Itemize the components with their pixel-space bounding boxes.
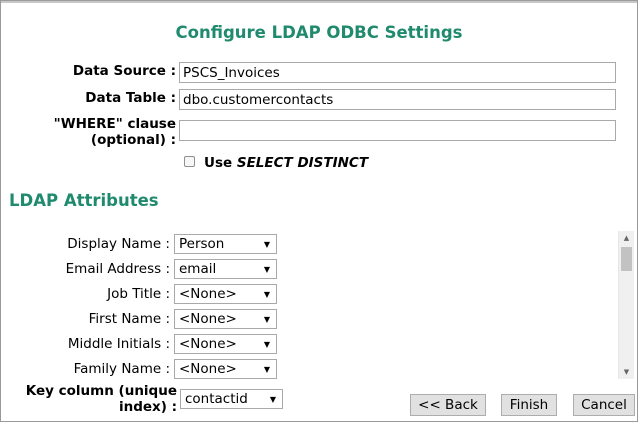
attr-label-email-address: Email Address :: [65, 261, 170, 277]
chevron-down-icon: ▼: [263, 290, 270, 299]
select-distinct-checkbox[interactable]: [184, 156, 195, 167]
select-distinct-label-emphasis: SELECT DISTINCT: [236, 155, 369, 171]
attr-label-family-name: Family Name :: [73, 361, 170, 377]
scrollbar-thumb[interactable]: [621, 247, 632, 271]
key-column-select[interactable]: contactid ▼: [180, 389, 283, 409]
back-button[interactable]: << Back: [410, 394, 486, 416]
chevron-down-icon: ▼: [263, 365, 270, 374]
key-column-label-line2: index) :: [118, 399, 177, 415]
where-clause-label-line2: (optional) :: [90, 132, 176, 148]
family-name-select[interactable]: <None> ▼: [174, 359, 277, 379]
chevron-down-icon: ▼: [263, 265, 270, 274]
attr-label-job-title: Job Title :: [107, 286, 170, 302]
cancel-button[interactable]: Cancel: [573, 394, 635, 416]
middle-initials-select[interactable]: <None> ▼: [174, 334, 277, 354]
chevron-down-icon: ▼: [263, 315, 270, 324]
job-title-select-value: <None>: [179, 286, 237, 302]
where-clause-label: "WHERE" clause (optional) :: [54, 116, 176, 148]
ldap-odbc-dialog: Configure LDAP ODBC Settings Data Source…: [0, 0, 638, 422]
scroll-down-icon[interactable]: ▼: [619, 365, 634, 379]
data-table-label: Data Table :: [85, 90, 176, 106]
chevron-down-icon: ▼: [263, 340, 270, 349]
key-column-select-value: contactid: [185, 391, 248, 407]
middle-initials-select-value: <None>: [179, 336, 237, 352]
attr-label-display-name: Display Name :: [67, 236, 170, 252]
attributes-scrollbar[interactable]: ▲ ▼: [618, 231, 634, 379]
key-column-label-line1: Key column (unique: [25, 383, 177, 399]
ldap-attributes-heading: LDAP Attributes: [9, 191, 159, 210]
attr-label-first-name: First Name :: [88, 311, 170, 327]
where-clause-input[interactable]: [179, 120, 616, 141]
first-name-select-value: <None>: [179, 311, 237, 327]
dialog-title: Configure LDAP ODBC Settings: [175, 23, 463, 42]
data-source-label: Data Source :: [72, 63, 176, 79]
job-title-select[interactable]: <None> ▼: [174, 284, 277, 304]
first-name-select[interactable]: <None> ▼: [174, 309, 277, 329]
email-address-select-value: email: [179, 261, 217, 277]
display-name-select[interactable]: Person ▼: [174, 234, 277, 254]
data-table-input[interactable]: [179, 89, 616, 110]
data-source-input[interactable]: [179, 62, 616, 83]
where-clause-label-line1: "WHERE" clause: [53, 116, 176, 132]
chevron-down-icon: ▼: [263, 240, 270, 249]
top-border: [1, 1, 637, 3]
finish-button[interactable]: Finish: [501, 394, 557, 416]
attr-label-middle-initials: Middle Initials :: [67, 336, 170, 352]
display-name-select-value: Person: [179, 236, 225, 252]
scroll-up-icon[interactable]: ▲: [619, 231, 634, 245]
select-distinct-label-prefix: Use: [204, 155, 237, 171]
email-address-select[interactable]: email ▼: [174, 259, 277, 279]
key-column-label: Key column (unique index) :: [13, 383, 177, 415]
family-name-select-value: <None>: [179, 361, 237, 377]
select-distinct-label: Use SELECT DISTINCT: [204, 155, 368, 171]
chevron-down-icon: ▼: [269, 395, 276, 404]
